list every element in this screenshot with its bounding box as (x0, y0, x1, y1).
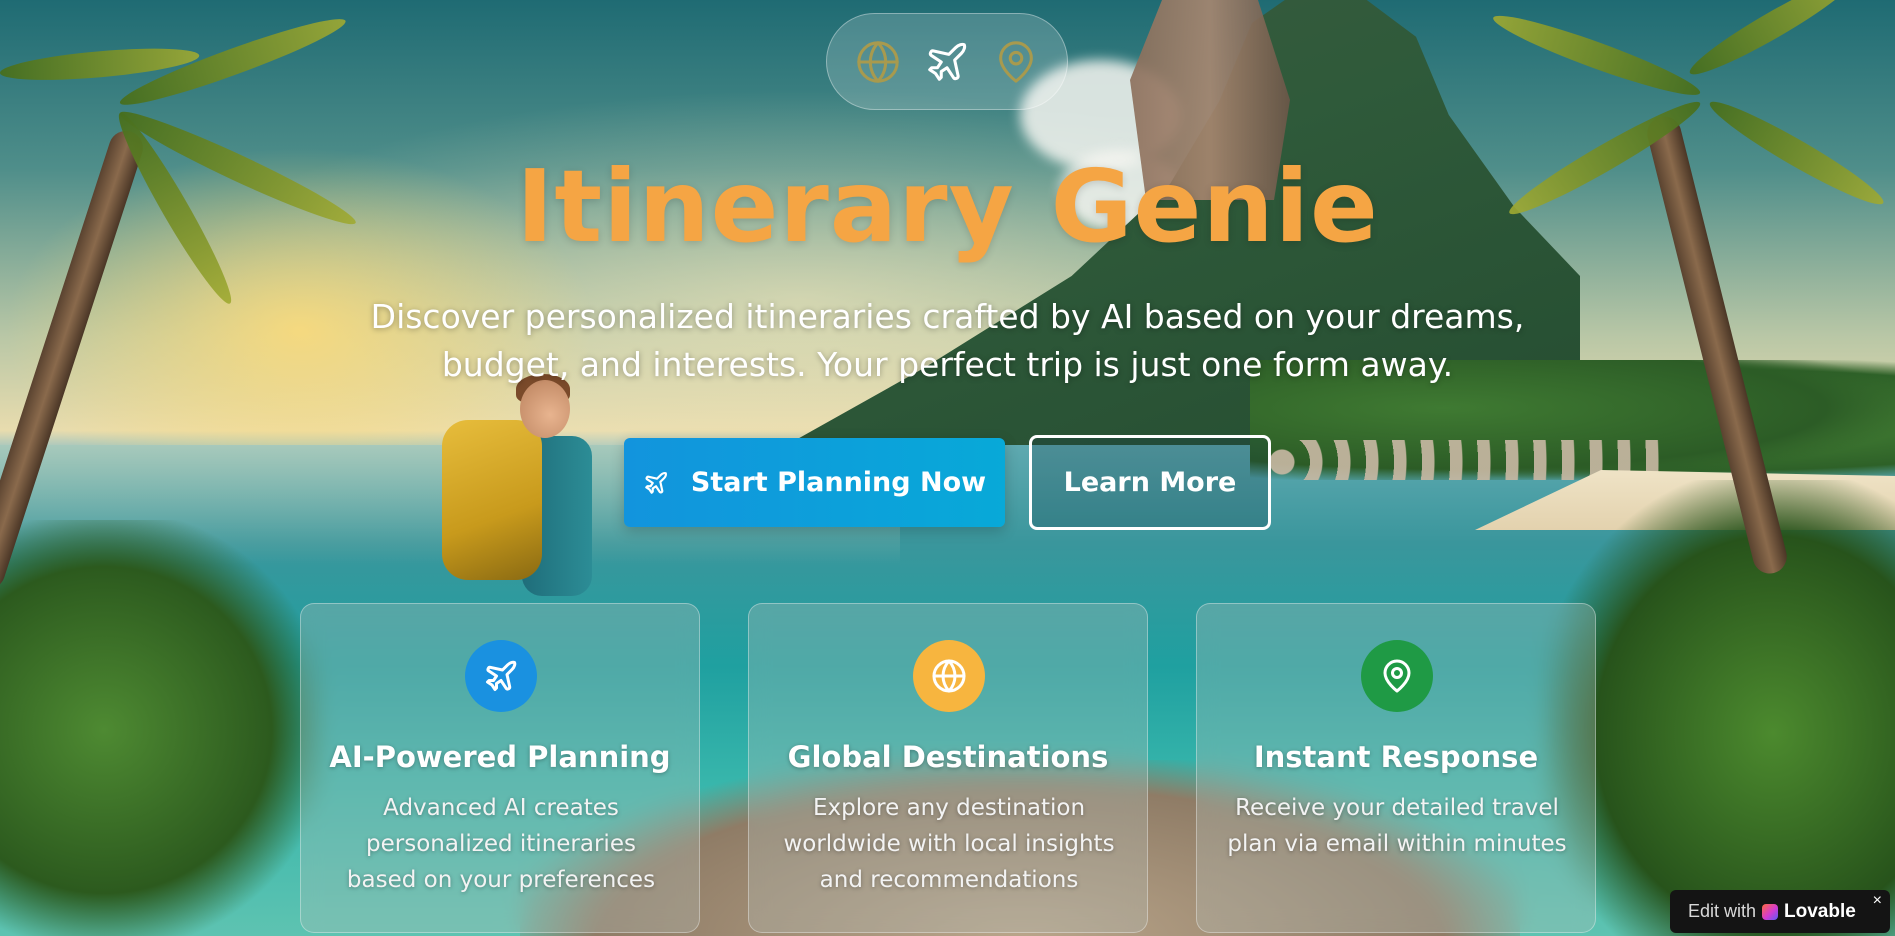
page-title: Itinerary Genie (516, 148, 1379, 265)
map-pin-icon (992, 38, 1040, 86)
globe-icon (932, 659, 966, 693)
feature-title: Global Destinations (787, 740, 1109, 774)
learn-more-label: Learn More (1063, 467, 1237, 498)
feature-badge (1361, 640, 1433, 712)
start-planning-label: Start Planning Now (690, 467, 987, 498)
feature-description: Explore any destination worldwide with l… (783, 795, 1115, 893)
header-icon-group (826, 13, 1068, 110)
feature-badge (465, 640, 537, 712)
feature-title: Instant Response (1253, 740, 1539, 774)
start-planning-button[interactable]: Start Planning Now (624, 438, 1005, 527)
hero-subtitle: Discover personalized itineraries crafte… (370, 297, 1525, 384)
plane-icon (486, 660, 517, 691)
feature-card-ai-planning: AI-Powered Planning Advanced AI creates … (300, 603, 700, 933)
hero-section: Itinerary Genie Discover personalized it… (0, 0, 1895, 936)
edit-with-label: Edit with (1688, 901, 1757, 921)
feature-title: AI-Powered Planning (329, 740, 671, 774)
globe-icon (854, 38, 902, 86)
map-pin-icon (1383, 659, 1411, 693)
feature-description: Receive your detailed travel plan via em… (1227, 795, 1567, 857)
feature-card-global-destinations: Global Destinations Explore any destinat… (748, 603, 1148, 933)
close-icon[interactable]: × (1873, 892, 1882, 910)
lovable-brand-label: Lovable (1784, 900, 1856, 922)
plane-icon (923, 38, 971, 86)
lovable-logo-icon (1762, 903, 1779, 920)
feature-description: Advanced AI creates personalized itinera… (346, 795, 656, 893)
feature-card-instant-response: Instant Response Receive your detailed t… (1196, 603, 1596, 933)
learn-more-button[interactable]: Learn More (1029, 435, 1271, 530)
edit-with-lovable-badge[interactable]: Edit with Lovable × (1670, 890, 1890, 933)
plane-icon (645, 471, 667, 494)
feature-badge (913, 640, 985, 712)
